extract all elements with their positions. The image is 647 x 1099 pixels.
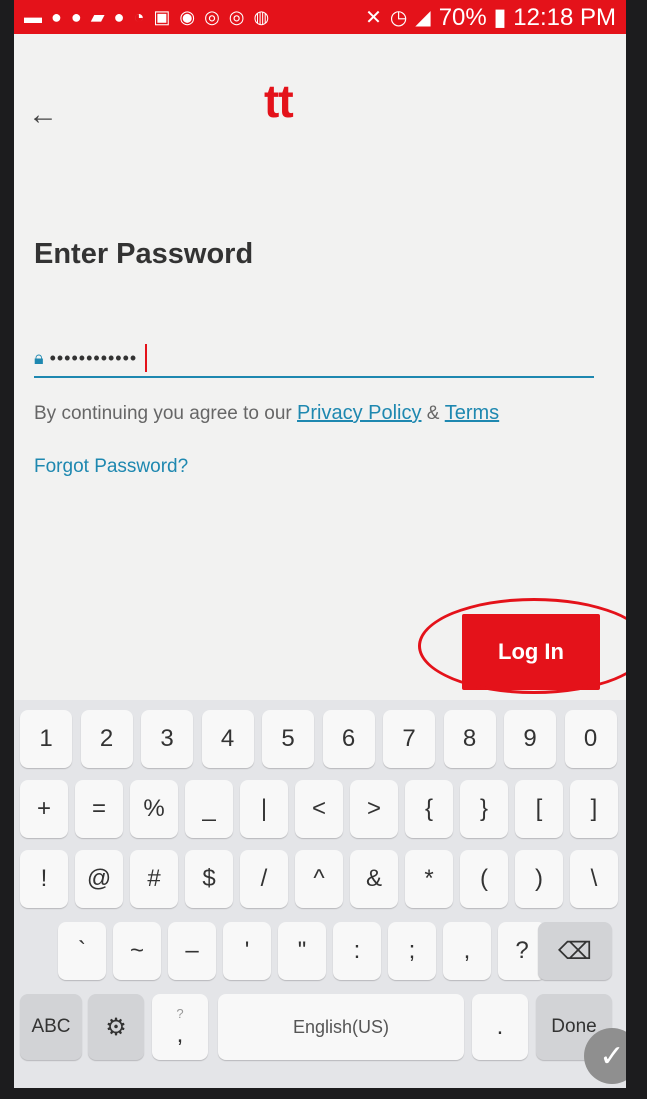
backspace-icon: ⌫ [558, 937, 592, 965]
key-7[interactable]: 7 [383, 710, 435, 768]
key-symbol[interactable]: % [130, 780, 178, 838]
key-symbol[interactable]: { [405, 780, 453, 838]
v-icon: ● [70, 6, 82, 27]
agreement-prefix: By continuing you agree to our [34, 403, 298, 424]
back-arrow-icon[interactable]: ← [28, 98, 58, 132]
key-symbol[interactable]: ~ [113, 922, 161, 980]
settings-key[interactable]: ⚙ [88, 994, 144, 1060]
key-5[interactable]: 5 [262, 710, 314, 768]
app-icon: ▰ [90, 6, 105, 27]
fingerprint-icon: ◎ [204, 6, 220, 27]
battery-time-text: 70% ▮ 12:18 PM [438, 3, 616, 31]
comma-hint: ? [176, 1005, 184, 1021]
message-icon: ▬ [24, 6, 42, 27]
period-key[interactable]: . [472, 994, 528, 1060]
password-field[interactable]: 🔒︎ •••••••••••• [34, 340, 594, 378]
key-1[interactable]: 1 [20, 710, 72, 768]
key-symbol[interactable]: \ [570, 850, 618, 908]
v-icon: ● [113, 6, 125, 27]
key-9[interactable]: 9 [504, 710, 556, 768]
comma-char: , [176, 1020, 184, 1048]
chat-icon: ◉ [179, 6, 196, 27]
key-symbol[interactable]: = [75, 780, 123, 838]
key-symbol[interactable]: > [350, 780, 398, 838]
privacy-policy-link[interactable]: Privacy Policy [297, 402, 421, 424]
terms-link[interactable]: Terms [445, 402, 499, 424]
fingerprint-icon: ◎ [228, 6, 245, 27]
alarm-icon: ◷ [389, 6, 408, 29]
key-symbol[interactable]: ( [460, 850, 508, 908]
abc-key[interactable]: ABC [20, 994, 82, 1060]
status-bar: ▬ ● ● ▰ ● ◔ ▣ ◉ ◎ ◎ ◍ ✕ ◷ ◢ 70% ▮ 12:18 … [14, 0, 626, 34]
key-symbol[interactable]: ! [20, 850, 68, 908]
key-symbol[interactable]: $ [185, 850, 233, 908]
key-symbol[interactable]: } [460, 780, 508, 838]
signal-icon: ◢ [415, 6, 431, 29]
key-symbol[interactable]: [ [515, 780, 563, 838]
wifi-icon: ◔ [133, 6, 145, 27]
key-symbol[interactable]: ) [515, 850, 563, 908]
password-input[interactable]: •••••••••••• [50, 348, 138, 369]
key-4[interactable]: 4 [201, 710, 254, 768]
mute-icon: ✕ [365, 6, 382, 29]
system-status: ✕ ◷ ◢ 70% ▮ 12:18 PM [365, 3, 616, 32]
key-symbol[interactable]: / [240, 850, 288, 908]
key-symbol[interactable]: + [20, 780, 68, 838]
key-symbol[interactable]: ; [388, 922, 436, 980]
key-symbol[interactable]: ] [570, 780, 618, 838]
keyboard: 1 2 3 4 5 6 7 8 9 0 + =% _ | < >{}[]! @ # $ / ^ & *() \ ` ~ – ' ":;,… [14, 700, 626, 1088]
key-symbol[interactable]: " [278, 922, 326, 980]
key-symbol[interactable]: : [333, 922, 381, 980]
key-6[interactable]: 6 [322, 710, 375, 768]
agreement-text: By continuing you agree to our Privacy P… [34, 402, 499, 425]
key-symbol[interactable]: @ [75, 850, 123, 908]
key-symbol[interactable]: * [405, 850, 453, 908]
lock-icon: 🔒︎ [34, 347, 44, 368]
agreement-amp: & [421, 403, 445, 424]
backspace-key[interactable]: ⌫ [538, 922, 612, 980]
key-8[interactable]: 8 [443, 710, 496, 768]
key-symbol[interactable]: < [295, 780, 343, 838]
app-logo: tt [264, 75, 294, 127]
key-0[interactable]: 0 [564, 710, 617, 768]
s-icon: ● [51, 6, 62, 27]
key-symbol[interactable]: ^ [295, 850, 343, 908]
key-symbol[interactable]: & [350, 850, 398, 908]
key-symbol[interactable]: # [130, 850, 178, 908]
image-icon: ▣ [153, 6, 171, 27]
key-symbol[interactable]: _ [185, 780, 233, 838]
chrome-icon: ◍ [253, 6, 270, 27]
comma-key[interactable]: ?, [152, 994, 208, 1060]
key-symbol[interactable]: | [240, 780, 288, 838]
key-symbol[interactable]: ` [58, 922, 106, 980]
key-symbol[interactable]: – [168, 922, 216, 980]
app-header: ← tt [14, 60, 626, 140]
key-symbol[interactable]: , [443, 922, 491, 980]
text-cursor [145, 344, 148, 372]
key-3[interactable]: 3 [141, 710, 193, 768]
space-key[interactable]: English(US) [218, 994, 464, 1060]
forgot-password-link[interactable]: Forgot Password? [34, 456, 188, 478]
login-button[interactable]: Log In [462, 614, 600, 690]
key-2[interactable]: 2 [80, 710, 133, 768]
key-symbol[interactable]: ' [223, 922, 271, 980]
phone-screen: ▬ ● ● ▰ ● ◔ ▣ ◉ ◎ ◎ ◍ ✕ ◷ ◢ 70% ▮ 12:18 … [14, 0, 626, 1088]
page-title: Enter Password [34, 238, 254, 270]
gear-icon: ⚙ [105, 1013, 127, 1041]
notification-icons: ▬ ● ● ▰ ● ◔ ▣ ◉ ◎ ◎ ◍ [24, 7, 269, 28]
